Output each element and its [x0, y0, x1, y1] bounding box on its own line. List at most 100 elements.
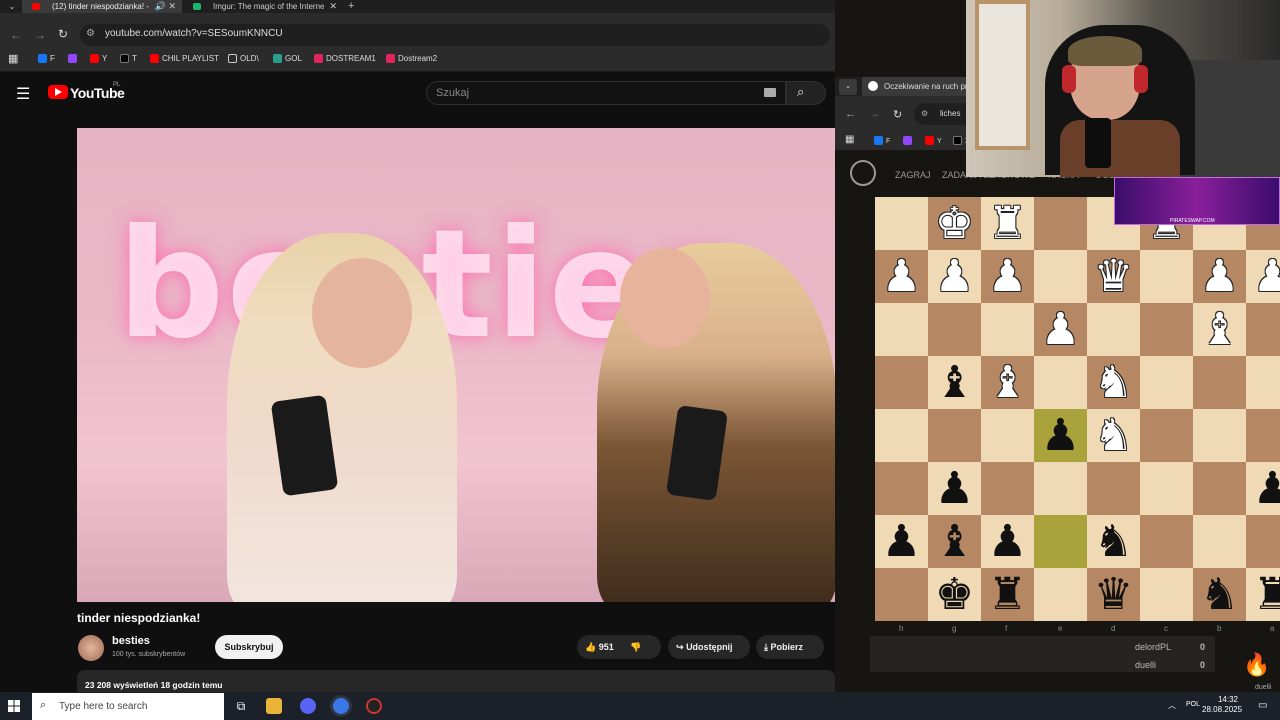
board-square[interactable] [1246, 303, 1280, 356]
black-rook-icon[interactable]: ♜ [1246, 568, 1280, 621]
white-pawn-icon[interactable]: ♟ [981, 250, 1034, 303]
new-tab-button[interactable]: + [348, 0, 354, 12]
white-pawn-icon[interactable]: ♟ [875, 250, 928, 303]
board-square[interactable] [928, 409, 981, 462]
board-square[interactable] [1034, 250, 1087, 303]
black-knight-icon[interactable]: ♞ [1087, 515, 1140, 568]
close-tab-icon[interactable]: 🔊 ✕ [155, 0, 176, 13]
menu-icon[interactable]: ☰ [16, 84, 30, 104]
board-square[interactable] [1140, 409, 1193, 462]
board-square[interactable] [875, 197, 928, 250]
subscribe-button[interactable]: Subskrybuj [215, 635, 283, 659]
black-pawn-icon[interactable]: ♟ [981, 515, 1034, 568]
player-name-bottom[interactable]: duelli [1135, 660, 1156, 670]
file-explorer-icon[interactable] [266, 698, 282, 714]
board-square[interactable] [1193, 515, 1246, 568]
task-view-icon[interactable]: ⧉ [233, 698, 249, 714]
white-king-icon[interactable]: ♚ [928, 197, 981, 250]
board-square[interactable] [1140, 356, 1193, 409]
site-info-icon[interactable]: ⚙ [86, 28, 95, 39]
bookmark-y[interactable]: Y [90, 54, 107, 63]
tab-imgur[interactable]: Imgur: The magic of the Interne ✕ [183, 0, 343, 13]
board-square[interactable] [1140, 462, 1193, 515]
white-knight-icon[interactable]: ♞ [1087, 356, 1140, 409]
bookmark-gol[interactable]: GOL [273, 54, 302, 63]
tray-expand-icon[interactable]: ︿ [1168, 700, 1176, 711]
bookmark-twitch[interactable] [68, 54, 80, 63]
like-button[interactable]: 👍 951 [585, 642, 614, 652]
board-square[interactable] [1087, 303, 1140, 356]
player-name-top[interactable]: delordPL [1135, 642, 1171, 652]
white-pawn-icon[interactable]: ♟ [1246, 250, 1280, 303]
bookmark-dostream2[interactable]: Dostream2 [386, 54, 437, 63]
apps-grid-icon[interactable]: ▦ [8, 52, 18, 65]
bookmark-folder-old[interactable]: OLD\ [228, 54, 259, 63]
close-tab-icon[interactable]: ✕ [329, 0, 337, 13]
board-square[interactable] [928, 303, 981, 356]
board-square[interactable] [1246, 409, 1280, 462]
board-square[interactable] [1246, 515, 1280, 568]
chess-board[interactable]: ♚♜♜♟♟♟♛♟♟♟♝♝♝♞♟♞♟♟♟♝♟♞♚♜♛♞♜ [875, 197, 1280, 623]
black-bishop-icon[interactable]: ♝ [928, 356, 981, 409]
board-square[interactable] [1034, 515, 1087, 568]
dislike-button[interactable]: 👎 [630, 642, 641, 652]
board-square[interactable] [875, 568, 928, 621]
search-button[interactable] [786, 81, 826, 105]
white-bishop-icon[interactable]: ♝ [981, 356, 1034, 409]
white-pawn-icon[interactable]: ♟ [1193, 250, 1246, 303]
board-square[interactable] [1193, 356, 1246, 409]
discord-icon[interactable] [300, 698, 316, 714]
forward-icon[interactable]: → [34, 28, 46, 42]
board-square[interactable] [1140, 568, 1193, 621]
tab-lichess[interactable]: Oczekiwanie na ruch pr [862, 77, 972, 96]
lichess-logo-icon[interactable] [850, 160, 876, 186]
board-square[interactable] [1140, 250, 1193, 303]
bookmark-f[interactable]: F [38, 54, 55, 63]
white-pawn-icon[interactable]: ♟ [928, 250, 981, 303]
board-square[interactable] [875, 356, 928, 409]
nav-play[interactable]: ZAGRAJ [895, 170, 931, 180]
back-icon[interactable]: ← [845, 108, 856, 120]
back-icon[interactable]: ← [10, 28, 22, 42]
board-square[interactable] [1193, 462, 1246, 515]
bookmark-chil-playlist[interactable]: CHIL PLAYLIST [150, 54, 219, 63]
black-rook-icon[interactable]: ♜ [981, 568, 1034, 621]
black-pawn-icon[interactable]: ♟ [875, 515, 928, 568]
bookmark-t[interactable]: T [120, 54, 137, 63]
board-square[interactable] [1140, 303, 1193, 356]
tab-youtube[interactable]: (12) tinder niespodzianka! - 🔊 ✕ [22, 0, 182, 13]
channel-name[interactable]: besties [112, 635, 150, 647]
board-square[interactable] [981, 462, 1034, 515]
black-bishop-icon[interactable]: ♝ [928, 515, 981, 568]
board-square[interactable] [1034, 568, 1087, 621]
board-square[interactable] [1193, 409, 1246, 462]
board-square[interactable] [875, 409, 928, 462]
black-king-icon[interactable]: ♚ [928, 568, 981, 621]
site-info-icon[interactable]: ⚙ [921, 109, 928, 118]
board-square[interactable] [981, 303, 1034, 356]
search-icon[interactable]: ⌕ [797, 84, 804, 100]
windows-start-icon[interactable] [8, 700, 20, 712]
video-player[interactable]: besties [77, 128, 835, 602]
bookmark-f[interactable]: F [874, 136, 890, 145]
bookmark-twitch[interactable] [903, 136, 915, 145]
board-square[interactable] [1034, 356, 1087, 409]
bookmark-dostream1[interactable]: DOSTREAM1 [314, 54, 376, 63]
forward-icon[interactable]: → [869, 108, 880, 120]
apps-grid-icon[interactable]: ▦ [845, 134, 854, 145]
board-square[interactable] [981, 409, 1034, 462]
reload-icon[interactable]: ↻ [58, 27, 68, 41]
keyboard-icon[interactable] [764, 88, 776, 97]
black-pawn-icon[interactable]: ♟ [1034, 409, 1087, 462]
channel-avatar[interactable] [78, 635, 104, 661]
share-button[interactable]: ↪ Udostępnij [668, 635, 750, 659]
reload-icon[interactable]: ↻ [893, 108, 902, 121]
white-rook-icon[interactable]: ♜ [981, 197, 1034, 250]
white-queen-icon[interactable]: ♛ [1087, 250, 1140, 303]
language-indicator[interactable]: POL [1186, 701, 1200, 708]
notifications-icon[interactable]: ▭ [1258, 700, 1267, 711]
tab-search-icon[interactable]: ⌄ [4, 0, 20, 13]
black-pawn-icon[interactable]: ♟ [928, 462, 981, 515]
black-queen-icon[interactable]: ♛ [1087, 568, 1140, 621]
white-pawn-icon[interactable]: ♟ [1034, 303, 1087, 356]
